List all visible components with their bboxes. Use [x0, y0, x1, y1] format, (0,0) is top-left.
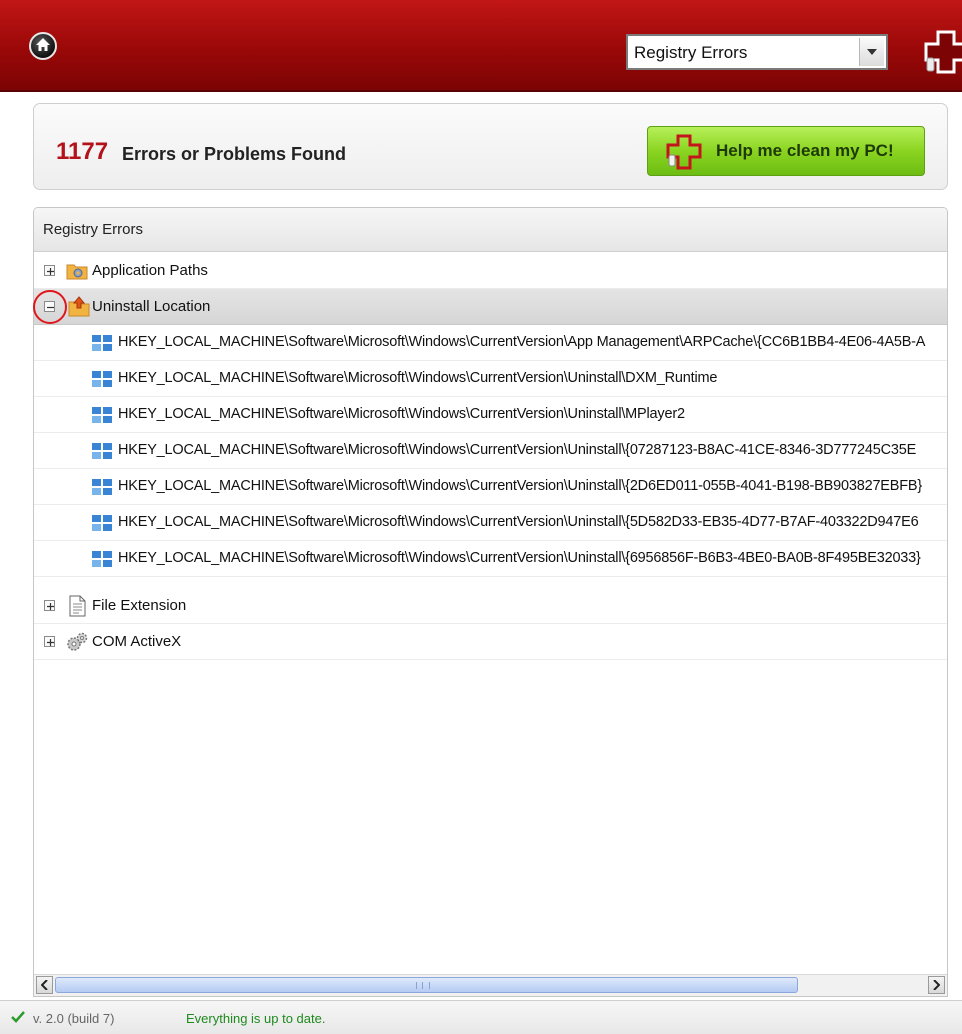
registry-key-icon — [92, 515, 112, 531]
cross-logo-icon[interactable] — [916, 28, 962, 74]
tree-header: Registry Errors — [34, 208, 947, 252]
tree-node-label: COM ActiveX — [92, 633, 182, 650]
registry-key-icon — [92, 407, 112, 423]
registry-key-path: HKEY_LOCAL_MACHINE\Software\Microsoft\Wi… — [118, 442, 917, 458]
registry-key-row[interactable]: HKEY_LOCAL_MACHINE\Software\Microsoft\Wi… — [34, 505, 947, 541]
category-select[interactable]: Registry Errors — [626, 34, 888, 70]
tree-node-application-paths[interactable]: Application Paths — [34, 253, 947, 289]
highlight-circle — [33, 290, 67, 324]
registry-key-row[interactable]: HKEY_LOCAL_MACHINE\Software\Microsoft\Wi… — [34, 433, 947, 469]
registry-tree-panel: Registry Errors Application Paths Uninst… — [33, 207, 948, 997]
registry-key-icon — [92, 443, 112, 459]
expand-icon[interactable] — [44, 600, 55, 611]
summary-panel: 1177 Errors or Problems Found Help me cl… — [33, 103, 948, 190]
registry-key-path: HKEY_LOCAL_MACHINE\Software\Microsoft\Wi… — [118, 478, 923, 494]
document-icon — [69, 595, 86, 617]
home-icon — [36, 38, 50, 51]
home-button[interactable] — [29, 32, 57, 60]
registry-key-icon — [92, 371, 112, 387]
select-dropdown-button[interactable] — [859, 38, 884, 66]
tree-header-label: Registry Errors — [43, 221, 144, 238]
registry-key-row[interactable]: HKEY_LOCAL_MACHINE\Software\Microsoft\Wi… — [34, 397, 947, 433]
horizontal-scrollbar[interactable] — [34, 974, 947, 996]
registry-key-path: HKEY_LOCAL_MACHINE\Software\Microsoft\Wi… — [118, 370, 718, 386]
clean-pc-button-label: Help me clean my PC! — [716, 141, 894, 160]
category-select-value: Registry Errors — [634, 43, 748, 62]
scroll-left-button[interactable] — [36, 976, 53, 994]
tree-node-label: Uninstall Location — [92, 298, 211, 315]
chevron-right-icon — [933, 980, 940, 990]
registry-key-path: HKEY_LOCAL_MACHINE\Software\Microsoft\Wi… — [118, 406, 685, 422]
version-text: v. 2.0 (build 7) — [33, 1011, 115, 1026]
registry-key-icon — [92, 479, 112, 495]
status-message: Everything is up to date. — [186, 1011, 326, 1026]
scroll-thumb[interactable] — [55, 977, 798, 993]
tree-node-uninstall-location[interactable]: Uninstall Location — [34, 289, 947, 325]
cross-icon — [666, 134, 702, 170]
scroll-right-button[interactable] — [928, 976, 945, 994]
registry-key-icon — [92, 335, 112, 351]
tree-node-file-extension[interactable]: File Extension — [34, 588, 947, 624]
registry-key-path: HKEY_LOCAL_MACHINE\Software\Microsoft\Wi… — [118, 334, 926, 350]
registry-key-row[interactable]: HKEY_LOCAL_MACHINE\Software\Microsoft\Wi… — [34, 361, 947, 397]
tree-node-com-activex[interactable]: COM ActiveX — [34, 624, 947, 660]
gears-icon — [67, 632, 88, 651]
expand-icon[interactable] — [44, 636, 55, 647]
chevron-left-icon — [41, 980, 48, 990]
status-bar: v. 2.0 (build 7) Everything is up to dat… — [0, 1000, 962, 1034]
checkmark-icon — [11, 1011, 25, 1023]
folder-gear-icon — [66, 264, 88, 280]
expand-icon[interactable] — [44, 265, 55, 276]
registry-key-path: HKEY_LOCAL_MACHINE\Software\Microsoft\Wi… — [118, 550, 921, 566]
tree-node-label: Application Paths — [92, 262, 208, 279]
registry-key-row[interactable]: HKEY_LOCAL_MACHINE\Software\Microsoft\Wi… — [34, 325, 947, 361]
registry-key-row[interactable]: HKEY_LOCAL_MACHINE\Software\Microsoft\Wi… — [34, 469, 947, 505]
chevron-down-icon — [867, 49, 877, 55]
tree-node-label: File Extension — [92, 597, 187, 614]
error-count: 1177 — [56, 138, 109, 165]
error-label: Errors or Problems Found — [122, 144, 347, 164]
folder-up-icon — [68, 296, 90, 317]
clean-pc-button[interactable]: Help me clean my PC! — [647, 126, 925, 176]
registry-key-path: HKEY_LOCAL_MACHINE\Software\Microsoft\Wi… — [118, 514, 919, 530]
top-toolbar: Registry Errors — [0, 0, 962, 92]
registry-key-row[interactable]: HKEY_LOCAL_MACHINE\Software\Microsoft\Wi… — [34, 541, 947, 577]
registry-key-icon — [92, 551, 112, 567]
scroll-grip-icon — [416, 982, 430, 989]
